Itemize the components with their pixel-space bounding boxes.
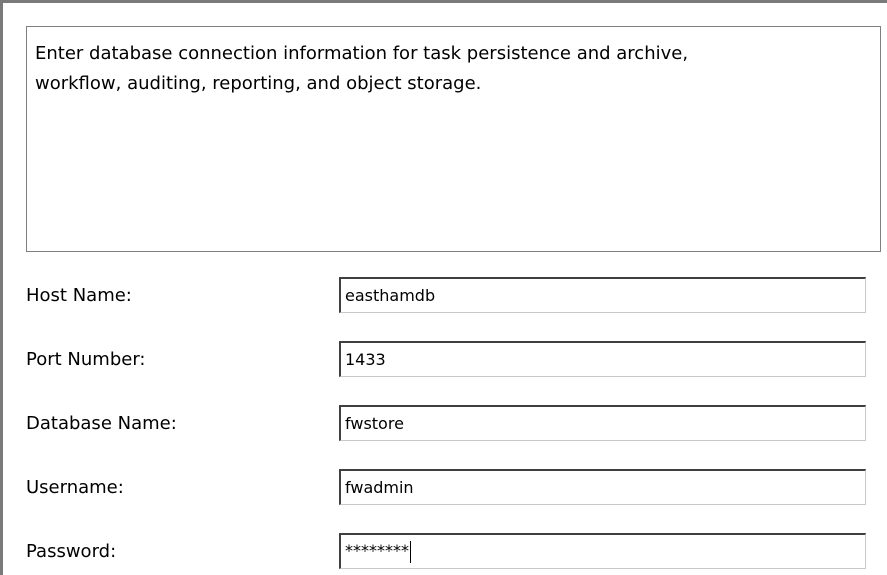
host-name-label: Host Name: bbox=[26, 285, 132, 306]
description-box: Enter database connection information fo… bbox=[26, 26, 881, 252]
port-number-row: Port Number: bbox=[0, 341, 887, 381]
description-line-2: workflow, auditing, reporting, and objec… bbox=[35, 73, 482, 94]
database-name-row: Database Name: bbox=[0, 405, 887, 445]
username-label: Username: bbox=[26, 477, 124, 498]
text-cursor bbox=[410, 540, 411, 563]
database-connection-panel: Enter database connection information fo… bbox=[0, 0, 887, 575]
password-masked-value: ******** bbox=[345, 541, 409, 560]
password-row: Password: ******** bbox=[0, 533, 887, 573]
description-line-1: Enter database connection information fo… bbox=[35, 43, 689, 64]
port-number-input[interactable] bbox=[339, 341, 866, 377]
username-row: Username: bbox=[0, 469, 887, 509]
database-name-input[interactable] bbox=[339, 405, 866, 441]
password-label: Password: bbox=[26, 541, 117, 562]
username-input[interactable] bbox=[339, 469, 866, 505]
port-number-label: Port Number: bbox=[26, 349, 146, 370]
database-name-label: Database Name: bbox=[26, 413, 177, 434]
password-input[interactable]: ******** bbox=[339, 533, 866, 569]
host-name-input[interactable] bbox=[339, 277, 866, 313]
host-name-row: Host Name: bbox=[0, 277, 887, 317]
panel-top-border bbox=[0, 0, 887, 3]
